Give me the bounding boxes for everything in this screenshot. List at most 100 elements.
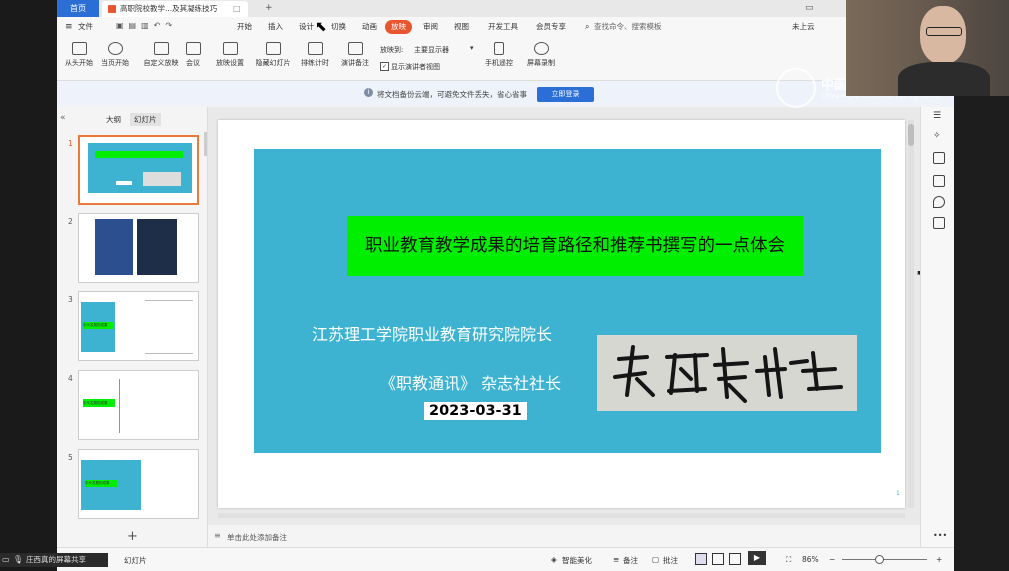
- share-label: 庄西真的屏幕共享: [26, 555, 86, 564]
- collapse-panel-icon[interactable]: «: [60, 113, 66, 123]
- menu-start[interactable]: 开始: [235, 20, 254, 34]
- webcam-feed: [846, 0, 1009, 96]
- menu-review[interactable]: 审阅: [421, 20, 440, 34]
- book-icon[interactable]: [933, 217, 945, 229]
- command-search[interactable]: 查找命令、搜索模板: [592, 20, 664, 34]
- smart-beautify-button[interactable]: 智能美化: [562, 555, 592, 566]
- tab-close-icon[interactable]: □: [233, 1, 241, 16]
- presenter-view-label: 显示演讲者视图: [391, 63, 440, 71]
- zoom-slider[interactable]: [842, 559, 927, 560]
- slide-thumbnail-1[interactable]: [78, 135, 199, 205]
- fit-icon[interactable]: ⛶: [786, 555, 791, 565]
- menu-insert[interactable]: 插入: [266, 20, 285, 34]
- play-slideshow-icon[interactable]: ▶: [748, 551, 766, 565]
- comment-icon: ▢: [652, 555, 660, 564]
- book-cover-2: [137, 219, 177, 275]
- sliders-icon[interactable]: ☰: [933, 111, 943, 121]
- speaker-notes-button[interactable]: 演讲备注: [333, 42, 377, 68]
- slide-author-title[interactable]: 江苏理工学院职业教育研究院院长: [312, 321, 552, 345]
- menu-slideshow[interactable]: 放映: [385, 20, 412, 34]
- signature-image[interactable]: [597, 335, 857, 411]
- slide-thumbnail-4[interactable]: 中头发展的成果: [78, 370, 199, 440]
- vertical-scrollbar[interactable]: [908, 120, 914, 508]
- tab-document-title: 高职院校教学...及其凝练技巧: [120, 4, 218, 13]
- monitor-select[interactable]: 主要显示器: [414, 45, 449, 55]
- image-icon[interactable]: [933, 175, 945, 187]
- thumb-label-box: 中头发展的成果: [85, 480, 117, 487]
- chevron-down-icon[interactable]: ▾: [470, 44, 474, 52]
- slide-background: 职业教育教学成果的培育路径和推荐书撰写的一点体会 江苏理工学院职业教育研究院院长…: [254, 149, 881, 453]
- tab-home[interactable]: 首页: [57, 0, 99, 17]
- glasses: [926, 27, 962, 36]
- thumb-label-box: 中头发展的成果: [83, 322, 113, 329]
- menu-view[interactable]: 视图: [452, 20, 471, 34]
- slide-thumbnail-3[interactable]: 中头发展的成果: [78, 291, 199, 361]
- menu-animation[interactable]: 动画: [360, 20, 379, 34]
- menu-bar: ≡ 文件 ▣▤▥↶↷ 开始 插入 设计 切换 动画 放映 审阅 视图 开发工具 …: [57, 17, 954, 38]
- location-icon[interactable]: [933, 196, 945, 208]
- play-current-button[interactable]: 当页开始: [93, 42, 137, 68]
- cloud-status[interactable]: 未上云: [790, 20, 817, 34]
- slide-number: 1: [896, 490, 900, 497]
- notes-toggle-button[interactable]: 备注: [623, 555, 638, 566]
- copy-icon[interactable]: [933, 152, 945, 164]
- menu-developer[interactable]: 开发工具: [486, 20, 520, 34]
- desktop-background: [0, 0, 57, 571]
- sorter-view-icon[interactable]: [712, 553, 724, 565]
- slide-date[interactable]: 2023-03-31: [424, 402, 527, 420]
- menu-file[interactable]: 文件: [76, 20, 95, 34]
- notes-pane[interactable]: ≡ 单击此处添加备注: [208, 525, 920, 547]
- menu-transition[interactable]: 切换: [329, 20, 348, 34]
- slide-thumbnail-2[interactable]: [78, 213, 199, 283]
- more-icon[interactable]: •••: [933, 531, 947, 540]
- thumb-number: 1: [68, 139, 73, 148]
- tab-document[interactable]: 高职院校教学...及其凝练技巧 □: [102, 1, 248, 17]
- phone-remote-button[interactable]: 手机遥控: [477, 42, 521, 68]
- slide-author-role[interactable]: 《职教通讯》 杂志社社长: [380, 370, 561, 394]
- slide-thumbnail-5[interactable]: 中头发展的成果: [78, 449, 199, 519]
- thumb-signature: [143, 172, 181, 186]
- thumb-number: 3: [68, 295, 73, 304]
- reading-view-icon[interactable]: [729, 553, 741, 565]
- login-button[interactable]: 立即登录: [537, 87, 594, 102]
- timer-icon: [307, 42, 323, 55]
- thumb-number: 2: [68, 217, 73, 226]
- presenter-view-checkbox[interactable]: ✓: [380, 62, 389, 71]
- pin-icon[interactable]: ✧: [933, 131, 943, 141]
- zoom-level[interactable]: 86%: [802, 555, 819, 564]
- zoom-in-icon[interactable]: +: [936, 555, 942, 564]
- scrollbar-thumb[interactable]: [908, 124, 914, 146]
- zoom-slider-thumb[interactable]: [875, 555, 884, 564]
- panel-scrollbar[interactable]: [204, 132, 207, 156]
- zoom-out-icon[interactable]: −: [829, 555, 835, 564]
- microphone-icon[interactable]: 🎙: [13, 553, 23, 567]
- notice-text: 将文档备份云端，可避免文件丢失，省心省事: [377, 90, 527, 99]
- current-slide[interactable]: 职业教育教学成果的培育路径和推荐书撰写的一点体会 江苏理工学院职业教育研究院院长…: [218, 120, 905, 508]
- slide-panel: « 大纲 幻灯片 1 2 3 中头发展的成果 4 中头发展的成果 5 中头发展的…: [57, 107, 208, 547]
- normal-view-icon[interactable]: [695, 553, 707, 565]
- book-cover-1: [95, 219, 133, 275]
- presenter-body: [898, 62, 990, 96]
- slide-title[interactable]: 职业教育教学成果的培育路径和推荐书撰写的一点体会: [347, 216, 803, 276]
- tab-outline[interactable]: 大纲: [106, 114, 121, 125]
- screen-record-button[interactable]: 屏幕录制: [519, 42, 563, 68]
- comments-button[interactable]: 批注: [663, 555, 678, 566]
- hamburger-icon[interactable]: ≡: [65, 22, 73, 32]
- notes-placeholder[interactable]: 单击此处添加备注: [227, 532, 287, 543]
- search-icon: ⌕: [585, 22, 590, 31]
- tab-slides[interactable]: 幻灯片: [130, 113, 161, 126]
- horizontal-scrollbar[interactable]: [218, 513, 905, 518]
- layout-icon[interactable]: ▭: [805, 0, 814, 17]
- new-tab-icon[interactable]: +: [265, 0, 273, 17]
- hide-slide-button[interactable]: 隐藏幻灯片: [251, 42, 295, 68]
- show-settings-button[interactable]: 放映设置: [208, 42, 252, 68]
- thumb-mindmap: [119, 379, 195, 433]
- thumb-bg: [88, 143, 192, 193]
- menu-design[interactable]: 设计: [297, 20, 316, 34]
- menu-member[interactable]: 会员专享: [534, 20, 568, 34]
- thumb-text-lines: [145, 300, 193, 354]
- add-slide-icon[interactable]: +: [127, 529, 138, 544]
- monitor-label: 放映到:: [380, 46, 404, 54]
- rehearse-timing-button[interactable]: 排练计时: [293, 42, 337, 68]
- quick-access-icons[interactable]: ▣▤▥↶↷: [116, 21, 177, 30]
